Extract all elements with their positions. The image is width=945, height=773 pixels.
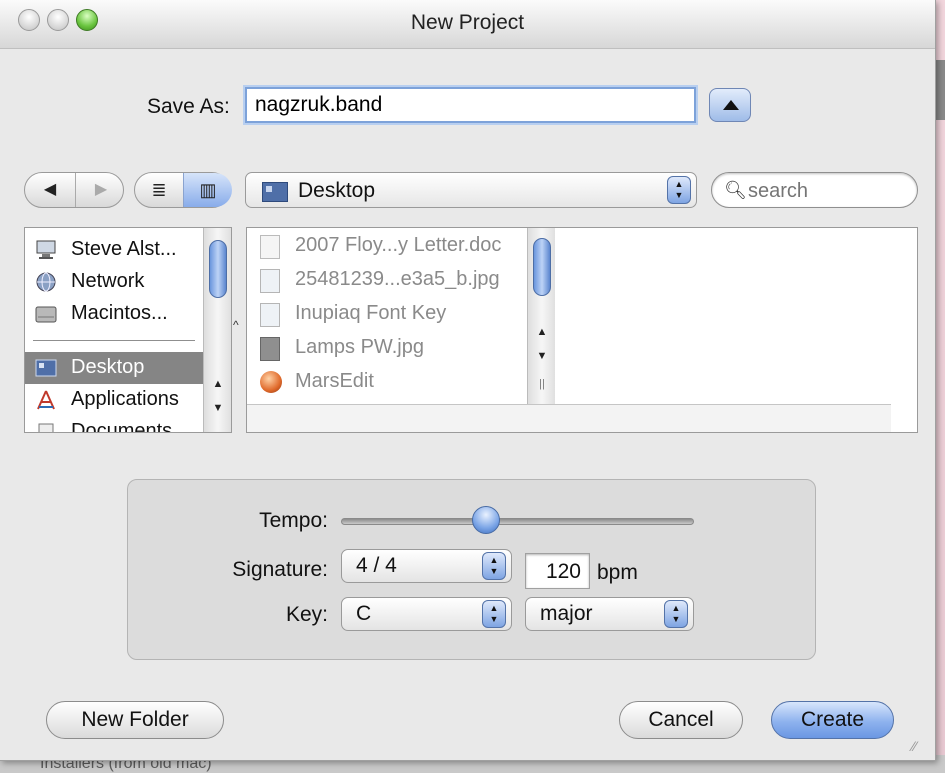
popup-arrows-icon: ▲ ▼ [664, 600, 688, 628]
search-field[interactable]: 🔍︎ [711, 172, 918, 208]
sidebar-scrollbar[interactable]: ▲ ▼ [203, 228, 231, 432]
key-value: C [356, 602, 372, 625]
file-item[interactable]: 2007 Floy...y Letter.doc [247, 230, 547, 262]
sidebar-item-documents[interactable]: Documents [25, 416, 203, 433]
save-as-label: Save As: [147, 95, 230, 118]
signature-value: 4 / 4 [356, 554, 397, 577]
file-item[interactable]: 25481239...e3a5_b.jpg [247, 264, 547, 296]
sidebar-item-label: Network [71, 270, 145, 292]
computer-icon [35, 240, 57, 260]
horizontal-scrollbar[interactable] [247, 404, 891, 432]
file-item-label: Lamps PW.jpg [295, 336, 424, 358]
location-popup[interactable]: Desktop ▲ ▼ [245, 172, 697, 208]
back-button[interactable]: ◀ [25, 173, 75, 207]
sidebar-item-label: Macintos... [71, 302, 168, 324]
mode-value: major [540, 602, 593, 625]
pane-divider-handle[interactable]: ^ [233, 318, 239, 332]
mode-popup[interactable]: major ▲ ▼ [525, 597, 694, 631]
save-as-input[interactable] [245, 87, 696, 123]
sidebar-divider [33, 340, 195, 341]
file-item-label: MarsEdit [295, 370, 374, 392]
sidebar-item-computer[interactable]: Steve Alst... [25, 234, 203, 266]
sidebar: Steve Alst... Network Macintos... Deskto… [24, 227, 232, 433]
sidebar-item-network[interactable]: Network [25, 266, 203, 298]
app-icon [260, 371, 282, 393]
document-icon [260, 235, 280, 259]
search-input[interactable] [746, 178, 910, 204]
desktop-icon [35, 358, 57, 378]
tempo-field[interactable]: 120 [525, 553, 590, 589]
scroll-up-icon[interactable]: ▲ [533, 326, 551, 338]
new-project-dialog: New Project Save As: ◀ ▶ ≣ ▥ Desktop ▲▼ … [0, 0, 936, 761]
sidebar-item-macintosh-hd[interactable]: Macintos... [25, 298, 203, 330]
file-browser: 2007 Floy...y Letter.doc 25481239...e3a5… [246, 227, 918, 433]
list-view-button[interactable]: ≣ [135, 173, 183, 207]
background-window-piece [936, 60, 945, 120]
file-item-label: 25481239...e3a5_b.jpg [295, 268, 500, 290]
search-icon: 🔍︎ [724, 180, 747, 200]
applications-icon [35, 390, 57, 410]
image-icon [260, 337, 280, 361]
sidebar-item-label: Desktop [71, 356, 145, 378]
triangle-up-icon [723, 100, 739, 110]
key-popup[interactable]: C ▲ ▼ [341, 597, 512, 631]
signature-label: Signature: [232, 558, 328, 581]
background-window-edge [936, 0, 945, 773]
file-column-scroll-thumb[interactable] [533, 238, 551, 296]
file-item-label: 2007 Floy...y Letter.doc [295, 234, 502, 256]
sidebar-item-label: Documents [71, 420, 173, 433]
scroll-up-icon[interactable]: ▲ [209, 378, 227, 390]
popup-arrows-icon: ▲ ▼ [482, 552, 506, 580]
file-item[interactable]: Lamps PW.jpg [247, 332, 547, 364]
sidebar-item-label: Steve Alst... [71, 238, 177, 260]
image-icon [260, 269, 280, 293]
key-label: Key: [285, 603, 328, 626]
file-item[interactable]: Inupiaq Font Key [247, 298, 547, 330]
hard-drive-icon [35, 304, 57, 324]
scroll-down-icon[interactable]: ▼ [533, 350, 551, 362]
file-item-label: Inupiaq Font Key [295, 302, 447, 324]
tempo-slider-track[interactable] [341, 518, 694, 525]
sidebar-item-desktop[interactable]: Desktop [25, 352, 203, 384]
scroll-down-icon[interactable]: ▼ [209, 402, 227, 414]
image-icon [260, 303, 280, 327]
column-resize-handle[interactable]: || [533, 378, 551, 390]
documents-icon [35, 422, 57, 432]
popup-arrows-icon: ▲ ▼ [482, 600, 506, 628]
sidebar-item-applications[interactable]: Applications [25, 384, 203, 416]
view-mode-control: ≣ ▥ [134, 172, 232, 208]
window-title: New Project [410, 11, 525, 34]
collapse-browser-button[interactable] [709, 88, 751, 122]
cancel-button[interactable]: Cancel [619, 701, 743, 739]
tempo-slider-knob[interactable] [472, 506, 500, 534]
signature-popup[interactable]: 4 / 4 ▲ ▼ [341, 549, 512, 583]
forward-button[interactable]: ▶ [75, 173, 126, 207]
tempo-label: Tempo: [259, 509, 328, 532]
sidebar-scroll-thumb[interactable] [209, 240, 227, 298]
sidebar-item-label: Applications [71, 388, 179, 410]
back-forward-control: ◀ ▶ [24, 172, 124, 208]
network-icon [35, 272, 57, 292]
file-item[interactable]: MarsEdit [247, 366, 547, 398]
file-column-scrollbar[interactable]: ▲ ▼ || [527, 228, 555, 404]
new-folder-button[interactable]: New Folder [46, 701, 224, 739]
create-button[interactable]: Create [771, 701, 894, 739]
location-label: Desktop [298, 179, 376, 202]
popup-arrows-icon: ▲ ▼ [667, 176, 691, 204]
file-column: 2007 Floy...y Letter.doc 25481239...e3a5… [247, 228, 555, 404]
column-view-button[interactable]: ▥ [183, 173, 232, 207]
bpm-label: bpm [597, 561, 638, 584]
title-bar[interactable]: New Project [0, 0, 935, 49]
resize-grip-icon[interactable]: ⁄⁄ [912, 738, 917, 754]
desktop-folder-icon [262, 182, 288, 202]
